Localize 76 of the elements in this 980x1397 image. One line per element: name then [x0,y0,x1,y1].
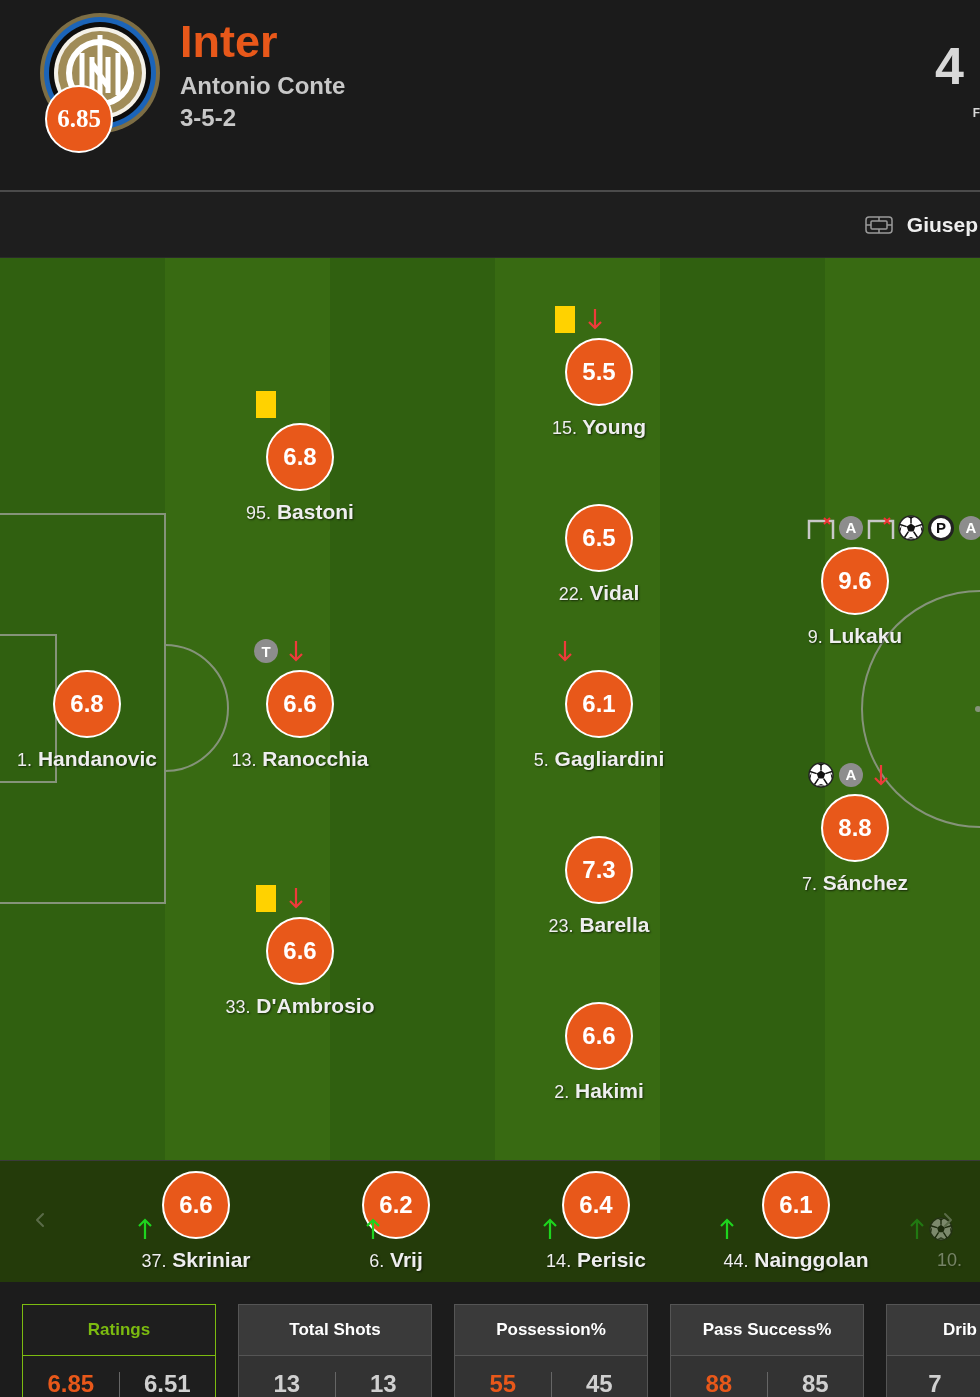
letter-badge: T [254,639,278,663]
score-caption: F [972,106,980,120]
rating-badge: 8.8 [821,793,889,862]
player-name: 2. Hakimi [554,1078,644,1104]
stat-tab[interactable]: Drib [887,1305,980,1356]
up-arrow-icon [137,1218,154,1240]
player-name: 10. [937,1249,963,1272]
center-spot [975,706,980,712]
player-name: 6. Vrij [369,1247,423,1273]
player-name: 44. Nainggolan [723,1247,869,1273]
booking-card-icon [256,884,276,912]
stadium-icon [864,215,893,234]
down-arrow-icon [288,640,304,662]
player-name: 95. Bastoni [246,499,354,525]
rating-badge: 7.3 [565,836,633,904]
rating-badge: 6.4 [562,1171,630,1239]
rating-badge: 6.6 [266,917,334,985]
rating-badge: 9.6 [821,546,889,615]
formation-text: 3-5-2 [180,104,238,132]
stat-value: 88 [705,1372,733,1396]
stat-tab[interactable]: Total Shots [239,1305,431,1356]
soccer-ball-icon [808,761,834,788]
player-name: 23. Barella [548,912,650,938]
ball-letter-badge: P [928,514,954,541]
rating-badge: 6.8 [266,423,334,491]
stat-value: 13 [273,1372,301,1396]
player-name: 7. Sánchez [801,869,909,896]
down-arrow-icon [873,763,889,786]
booking-card-icon [555,305,575,333]
manager-name: Antonio Conte [180,72,346,100]
letter-badge: A [959,515,980,540]
stat-value: 55 [489,1372,517,1396]
venue-name: Giusep [906,211,978,238]
down-arrow-icon [288,887,304,909]
player-name: 15. Young [551,414,647,440]
rating-badge: 6.2 [362,1171,430,1239]
rating-badge: 6.1 [762,1171,830,1239]
player-name: 1. Handanovic [17,746,157,772]
up-arrow-icon [365,1218,382,1240]
player-name: 37. Skriniar [141,1247,251,1273]
team-name: Inter [180,19,279,65]
rating-badge: 6.6 [162,1171,230,1239]
player-name: 13. Ranocchia [231,746,369,772]
rating-badge: 6.8 [53,670,121,738]
rating-badge: 6.5 [565,504,633,572]
up-arrow-icon [542,1218,559,1240]
score-text: 4 [935,40,964,92]
rating-badge: 6.6 [266,670,334,738]
stat-value: 13 [369,1372,397,1396]
player-name: 5. Gagliardini [533,746,665,772]
goal-cross-icon [867,516,895,539]
letter-badge: A [839,762,863,787]
soccer-ball-icon [929,1216,953,1242]
rating-badge: 6.1 [565,670,633,738]
stat-tab[interactable]: Possession% [455,1305,647,1356]
stat-tab[interactable]: Pass Success% [671,1305,863,1356]
stat-value: 85 [801,1372,829,1396]
player-name: 33. D'Ambrosio [225,993,375,1019]
goal-cross-icon [807,516,835,539]
letter-badge: A [839,515,863,540]
player-name: 14. Perisic [546,1247,646,1273]
player-name: 9. Lukaku [807,622,903,649]
stat-value: 6.51 [143,1372,191,1396]
down-arrow-icon [587,308,603,330]
player-name: 22. Vidal [558,580,640,606]
stat-value: 7 [928,1372,942,1396]
down-arrow-icon [557,640,573,662]
team-rating-badge: 6.85 [45,85,113,153]
up-arrow-icon [719,1218,736,1240]
up-arrow-icon [909,1218,925,1240]
booking-card-icon [256,390,276,418]
stat-value: 6.85 [47,1372,95,1396]
rating-badge: 6.6 [565,1002,633,1070]
soccer-ball-icon [898,514,924,541]
stat-value: 45 [585,1372,613,1396]
rating-badge: 5.5 [565,338,633,406]
